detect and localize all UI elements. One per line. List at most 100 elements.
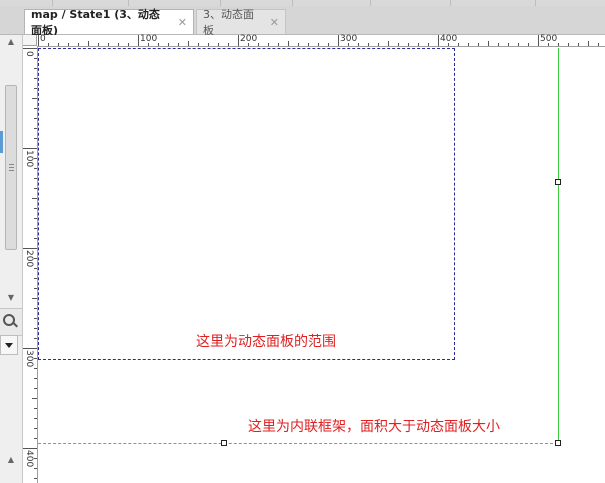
grip-line	[9, 167, 14, 168]
ruler-tick	[34, 238, 37, 239]
search-icon[interactable]	[3, 314, 15, 326]
ruler-tick	[58, 43, 59, 46]
ruler-tick	[568, 43, 569, 46]
inline-frame-annotation: 这里为内联框架，面积大于动态面板大小	[248, 419, 500, 435]
resize-handle-bottom[interactable]	[221, 440, 227, 446]
ruler-tick	[338, 35, 339, 46]
ruler-tick	[128, 43, 129, 46]
ruler-tick	[558, 43, 559, 46]
ruler-tick	[578, 43, 579, 46]
ruler-tick	[34, 358, 37, 359]
ruler-tick	[34, 338, 37, 339]
ruler-tick	[34, 58, 37, 59]
ruler-tick	[528, 43, 529, 46]
ruler-tick	[188, 41, 189, 46]
dynamic-panel-annotation: 这里为动态面板的范围	[196, 334, 336, 350]
ruler-tick	[508, 43, 509, 46]
left-side-panel: ▲ ▼ ▲	[0, 35, 23, 483]
ruler-tick	[398, 43, 399, 46]
ruler-tick	[168, 43, 169, 46]
ruler-tick	[158, 43, 159, 46]
tab-bar: map / State1 (3、动态面板) ✕ 3、动态面板 ✕	[0, 6, 605, 37]
scroll-up-button-lower[interactable]: ▲	[4, 455, 18, 465]
scroll-up-button[interactable]: ▲	[4, 37, 18, 47]
ruler-tick	[248, 43, 249, 46]
ruler-tick	[408, 43, 409, 46]
ruler-tick	[368, 43, 369, 46]
ruler-tick	[32, 398, 37, 399]
ruler-tick	[34, 158, 37, 159]
ruler-tick	[118, 43, 119, 46]
tab-map-state1[interactable]: map / State1 (3、动态面板) ✕	[24, 8, 194, 37]
ruler-tick	[138, 35, 139, 46]
ruler-tick	[34, 318, 37, 319]
ruler-tick	[34, 428, 37, 429]
horizontal-ruler: 0 100 200 300 400 500	[37, 34, 605, 47]
ruler-tick	[438, 35, 439, 46]
ruler-tick	[48, 43, 49, 46]
panel-dropdown[interactable]	[0, 335, 18, 355]
ruler-tick	[228, 43, 229, 46]
ruler-tick	[548, 43, 549, 46]
ruler-tick	[34, 288, 37, 289]
ruler-tick	[34, 418, 37, 419]
ruler-tick	[34, 208, 37, 209]
ruler-tick	[258, 43, 259, 46]
resize-handle-right[interactable]	[555, 179, 561, 185]
ruler-tick	[198, 43, 199, 46]
ruler-tick	[34, 308, 37, 309]
ruler-label: 0	[40, 34, 46, 44]
ruler-tick	[538, 35, 539, 46]
ruler-tick	[428, 43, 429, 46]
ruler-tick	[32, 198, 37, 199]
ruler-tick	[598, 43, 599, 46]
ruler-tick	[238, 35, 239, 46]
ruler-tick	[34, 408, 37, 409]
inline-frame-right-edge	[558, 48, 559, 443]
close-icon[interactable]: ✕	[178, 16, 187, 29]
ruler-tick	[32, 298, 37, 299]
ruler-tick	[23, 248, 37, 249]
grip-line	[9, 164, 14, 165]
ruler-tick	[34, 138, 37, 139]
ruler-tick	[23, 48, 37, 49]
ruler-tick	[418, 43, 419, 46]
ruler-tick	[34, 68, 37, 69]
ruler-tick	[498, 43, 499, 46]
dynamic-panel-region[interactable]	[38, 48, 455, 360]
ruler-tick	[328, 43, 329, 46]
ruler-tick	[34, 258, 37, 259]
search-box[interactable]	[0, 308, 22, 336]
ruler-tick	[34, 118, 37, 119]
ruler-label: 100	[24, 150, 34, 168]
tab-dynamic-panel[interactable]: 3、动态面板 ✕	[196, 8, 286, 37]
vertical-ruler: 0 100 200 300 400	[23, 46, 38, 483]
ruler-tick	[268, 43, 269, 46]
ruler-tick	[34, 128, 37, 129]
ruler-tick	[218, 43, 219, 46]
ruler-tick	[68, 43, 69, 46]
ruler-tick	[23, 448, 37, 449]
scroll-down-button[interactable]: ▼	[4, 293, 18, 303]
ruler-label: 200	[24, 250, 34, 268]
ruler-tick	[348, 43, 349, 46]
ruler-tick	[34, 168, 37, 169]
ruler-tick	[34, 328, 37, 329]
close-icon[interactable]: ✕	[270, 16, 279, 29]
ruler-tick	[23, 348, 37, 349]
ruler-tick	[34, 468, 37, 469]
inline-frame-bottom-edge	[38, 443, 558, 444]
ruler-tick	[78, 43, 79, 46]
ruler-tick	[358, 43, 359, 46]
ruler-tick	[468, 43, 469, 46]
ruler-tick	[88, 41, 89, 46]
scrollbar-thumb[interactable]	[5, 85, 17, 250]
resize-handle-bottom-right[interactable]	[555, 440, 561, 446]
ruler-tick	[308, 43, 309, 46]
ruler-tick	[458, 43, 459, 46]
ruler-tick	[34, 438, 37, 439]
ruler-tick	[34, 78, 37, 79]
grip-line	[9, 170, 14, 171]
ruler-tick	[34, 188, 37, 189]
ruler-tick	[588, 41, 589, 46]
